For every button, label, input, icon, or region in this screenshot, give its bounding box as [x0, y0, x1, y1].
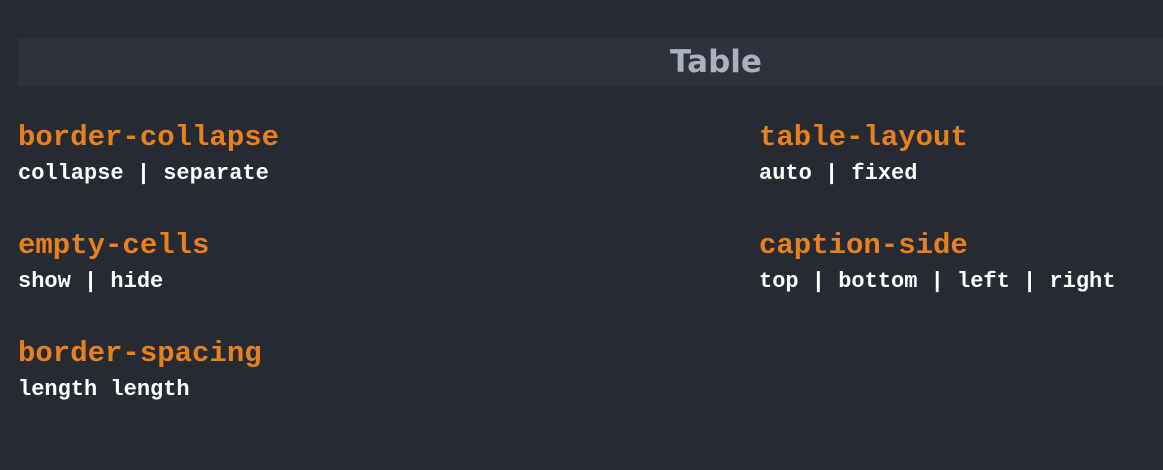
property-values: collapse | separate	[18, 161, 269, 186]
section-title: Table	[670, 44, 762, 80]
property-values: auto | fixed	[759, 161, 918, 186]
property-name: border-collapse	[18, 121, 280, 154]
property-border-spacing: border-spacing length length	[18, 338, 418, 402]
property-border-collapse: border-collapse collapse | separate	[18, 122, 418, 186]
section-header: Table	[18, 38, 1163, 86]
property-name: table-layout	[759, 121, 968, 154]
property-empty-cells: empty-cells show | hide	[18, 230, 418, 294]
property-values: show | hide	[18, 269, 164, 294]
property-name: caption-side	[759, 229, 968, 262]
property-values: length length	[18, 377, 190, 402]
property-caption-side: caption-side top | bottom | left | right	[759, 230, 1159, 294]
property-name: border-spacing	[18, 337, 262, 370]
property-values: top | bottom | left | right	[759, 269, 1116, 294]
property-name: empty-cells	[18, 229, 210, 262]
property-table-layout: table-layout auto | fixed	[759, 122, 1159, 186]
